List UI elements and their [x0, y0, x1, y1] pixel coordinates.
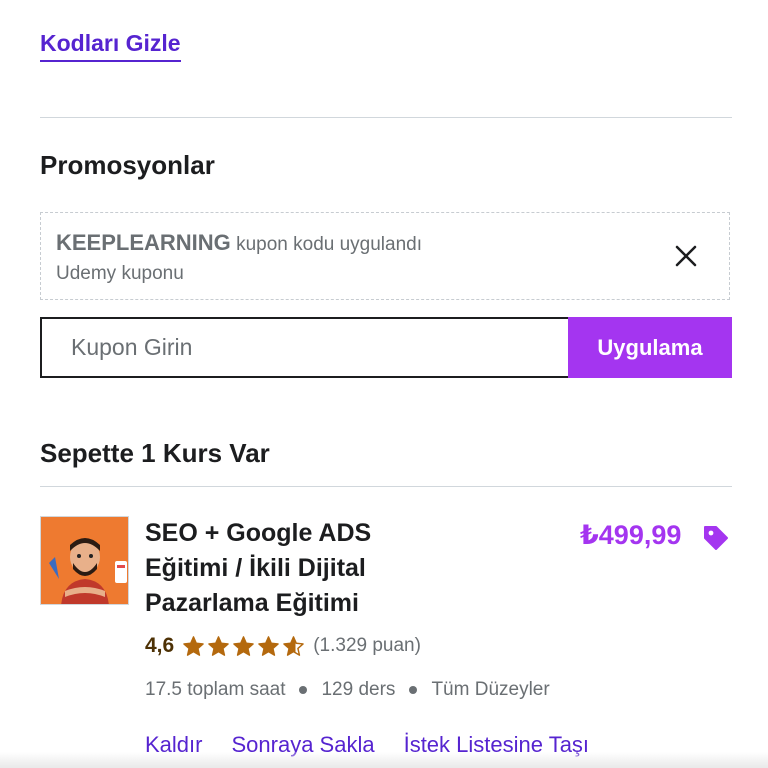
applied-coupon-box: KEEPLEARNING kupon kodu uygulandı Udemy …	[40, 212, 730, 300]
star-rating	[182, 635, 305, 658]
tag-icon	[704, 526, 728, 550]
coupon-status: kupon kodu uygulandı	[236, 234, 423, 255]
separator-dot	[409, 686, 418, 694]
applied-coupon-line: KEEPLEARNING kupon kodu uygulandı	[56, 230, 422, 256]
course-price: ₺499,99	[580, 520, 682, 550]
star-icon	[258, 635, 280, 656]
rating-value: 4,6	[145, 634, 175, 657]
course-thumbnail-image	[41, 517, 128, 604]
star-icon	[283, 635, 305, 656]
close-icon	[675, 245, 697, 267]
rating-row: 4,6 (1.329 puan)	[145, 634, 421, 658]
star-icon	[183, 635, 205, 656]
star-icon	[233, 635, 255, 656]
lecture-count: 129 ders	[321, 679, 396, 700]
total-hours: 17.5 toplam saat	[145, 679, 286, 700]
star-icon	[208, 635, 230, 656]
promotions-title: Promosyonlar	[40, 150, 215, 180]
rating-count: (1.329 puan)	[313, 635, 421, 656]
apply-coupon-button[interactable]: Uygulama	[568, 317, 732, 378]
course-title[interactable]: SEO + Google ADS Eğitimi / İkili Dijital…	[145, 516, 435, 621]
course-thumbnail[interactable]	[40, 516, 129, 605]
course-meta: 17.5 toplam saat 129 ders Tüm Düzeyler	[145, 679, 550, 701]
divider	[40, 486, 732, 487]
scroll-shadow	[0, 752, 768, 768]
remove-coupon-button[interactable]	[671, 241, 701, 271]
coupon-source: Udemy kuponu	[56, 263, 184, 284]
coupon-input[interactable]	[40, 317, 568, 378]
separator-dot	[299, 686, 308, 694]
cart-title: Sepette 1 Kurs Var	[40, 438, 270, 468]
divider	[40, 117, 732, 118]
coupon-code: KEEPLEARNING	[56, 230, 231, 255]
hide-codes-link[interactable]: Kodları Gizle	[40, 30, 181, 62]
course-level: Tüm Düzeyler	[431, 679, 550, 700]
